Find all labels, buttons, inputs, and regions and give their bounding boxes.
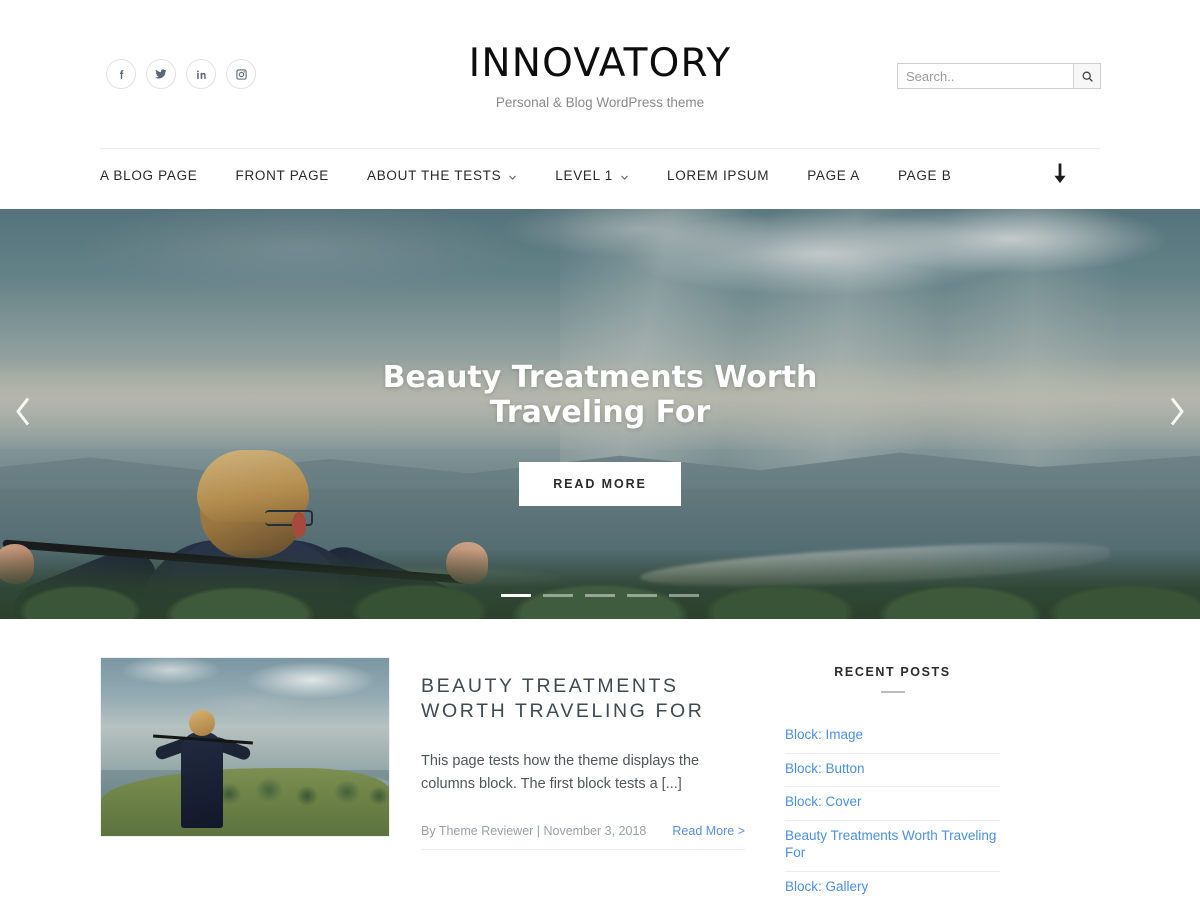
recent-posts-list: Block: Image Block: Button Block: Cover … [785,720,1000,900]
slider-dash-2[interactable] [543,594,573,597]
slider-dash-1[interactable] [501,594,531,597]
nav-item-level-1[interactable]: LEVEL 1 [555,168,629,183]
post-read-more-link[interactable]: Read More > [672,824,745,838]
widget-underline [880,691,905,693]
arrow-down-icon[interactable] [1050,162,1070,189]
list-item[interactable]: Beauty Treatments Worth Traveling For [785,821,1000,872]
chevron-left-icon[interactable] [12,395,34,434]
nav-item-a-blog-page[interactable]: A BLOG PAGE [100,168,198,183]
content-area: BEAUTY TREATMENTS WORTH TRAVELING FOR Th… [0,619,1200,900]
nav-item-page-b[interactable]: PAGE B [898,168,951,183]
nav-item-about-the-tests[interactable]: ABOUT THE TESTS [367,168,517,183]
hero-content: Beauty Treatments Worth Traveling For RE… [0,360,1200,506]
nav-label: LEVEL 1 [555,168,613,183]
list-item[interactable]: Block: Button [785,754,1000,788]
slider-dash-5[interactable] [669,594,699,597]
page-root: INNOVATORY Personal & Blog WordPress the… [0,0,1200,900]
search-form [897,63,1101,89]
list-item[interactable]: Block: Cover [785,787,1000,821]
slider-dash-3[interactable] [585,594,615,597]
list-item[interactable]: Block: Gallery [785,872,1000,900]
nav-label: ABOUT THE TESTS [367,168,502,183]
recent-posts-title: RECENT POSTS [834,665,951,679]
post-body: BEAUTY TREATMENTS WORTH TRAVELING FOR Th… [421,657,745,850]
nav-label: PAGE B [897,168,952,183]
site-header: INNOVATORY Personal & Blog WordPress the… [0,0,1200,149]
nav-item-lorem-ipsum[interactable]: LOREM IPSUM [667,168,769,183]
nav-item-front-page[interactable]: FRONT PAGE [236,168,330,183]
site-tagline: Personal & Blog WordPress theme [495,94,705,110]
chevron-right-icon[interactable] [1166,395,1188,434]
post-thumbnail[interactable] [100,657,390,837]
slider-dash-4[interactable] [627,594,657,597]
post-excerpt: This page tests how the theme displays t… [421,752,700,793]
nav-items: A BLOG PAGE FRONT PAGE ABOUT THE TESTS L… [100,142,1100,209]
hero-title: Beauty Treatments Worth Traveling For [382,360,818,430]
nav-item-page-a[interactable]: PAGE A [807,168,860,183]
chevron-down-icon [508,170,517,180]
chevron-down-icon [620,170,629,180]
post-meta: By Theme Reviewer | November 3, 2018 Rea… [421,824,745,850]
nav-label: FRONT PAGE [235,168,330,183]
list-item[interactable]: Block: Image [785,720,1000,754]
nav-label: A BLOG PAGE [100,168,198,183]
post-author-date: By Theme Reviewer | November 3, 2018 [421,823,647,838]
main-column: BEAUTY TREATMENTS WORTH TRAVELING FOR Th… [100,657,745,900]
search-button[interactable] [1073,63,1101,89]
post-item: BEAUTY TREATMENTS WORTH TRAVELING FOR Th… [100,657,745,850]
primary-navigation: A BLOG PAGE FRONT PAGE ABOUT THE TESTS L… [0,142,1200,209]
search-input[interactable] [897,63,1073,89]
hero-read-more-button[interactable]: READ MORE [519,461,681,506]
hero-slider: Beauty Treatments Worth Traveling For RE… [0,209,1200,619]
post-title[interactable]: BEAUTY TREATMENTS WORTH TRAVELING FOR [421,674,745,724]
nav-label: LOREM IPSUM [666,168,770,183]
sidebar: RECENT POSTS Block: Image Block: Button … [785,657,1000,900]
nav-label: PAGE A [807,168,860,183]
slider-pagination [0,594,1200,597]
